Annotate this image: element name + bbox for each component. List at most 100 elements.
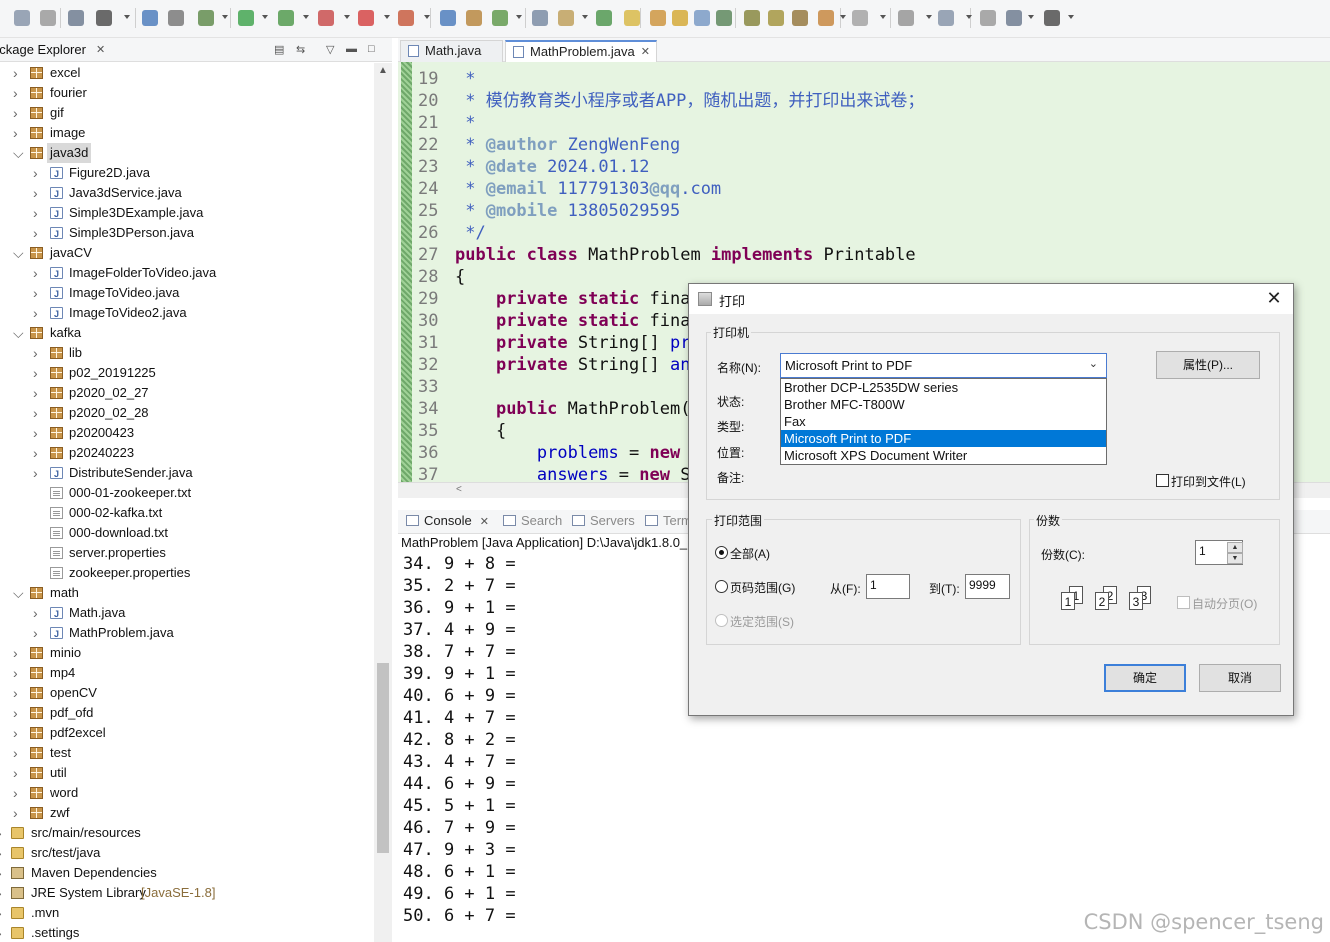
tree-item[interactable]: › Simple3DPerson.java [0,223,374,244]
chevron-right-icon[interactable]: › [0,903,7,923]
chevron-right-icon[interactable]: › [33,263,43,283]
tree-item[interactable]: › .settings [0,923,374,942]
scroll-left-icon[interactable]: < [456,484,462,495]
tree-item[interactable]: › Figure2D.java [0,163,374,184]
to-input[interactable]: 9999 [965,574,1010,599]
cancel-button[interactable]: 取消 [1199,664,1281,692]
globe-icon[interactable] [650,10,666,26]
tab-search[interactable]: Search [501,513,562,528]
dropdown-arrow-icon[interactable] [880,15,886,19]
tree-item[interactable]: › mp4 [0,663,374,683]
view-menu-icon[interactable]: ▽ [326,43,334,56]
tree-item[interactable]: › lib [0,343,374,363]
tree-item[interactable]: › .mvn [0,903,374,923]
tab-math-java[interactable]: Math.java [400,40,503,62]
tree-item[interactable]: › src/main/resources [0,823,374,843]
range-pages-radio[interactable] [715,580,728,593]
new-package-icon[interactable] [278,10,294,26]
chevron-right-icon[interactable]: › [13,123,23,143]
tree-item[interactable]: › image [0,123,374,143]
chevron-right-icon[interactable]: › [13,683,23,703]
search-icon[interactable] [398,10,414,26]
tree-scrollbar[interactable]: ▲ [374,63,392,942]
tab-mathproblem-java[interactable]: MathProblem.java ✕ [505,40,657,62]
tree-item[interactable]: › ImageToVideo.java [0,283,374,304]
from-input[interactable]: 1 [866,574,910,599]
chevron-right-icon[interactable]: › [33,623,43,643]
printer-option[interactable]: Fax [781,413,1106,430]
help-icon[interactable] [624,10,640,26]
chevron-right-icon[interactable]: › [33,383,43,403]
tree-item[interactable]: ⌵ javaCV [0,243,374,263]
package-explorer-title[interactable]: ackage Explorer [0,42,86,57]
comment-icon[interactable] [980,10,996,26]
properties-button[interactable]: 属性(P)... [1156,351,1260,379]
tree-item[interactable]: server.properties [0,543,374,563]
tree-item[interactable]: › p20240223 [0,443,374,463]
new-icon[interactable] [14,10,30,26]
tree-item[interactable]: › test [0,743,374,763]
range-all-radio[interactable] [715,546,728,559]
chevron-right-icon[interactable]: › [13,63,23,83]
tree-item[interactable]: › p2020_02_28 [0,403,374,423]
paste-icon[interactable] [532,10,548,26]
profile-icon[interactable] [198,10,214,26]
scroll-up-icon[interactable]: ▲ [378,65,388,76]
dropdown-arrow-icon[interactable] [966,15,972,19]
tree-item[interactable]: › zwf [0,803,374,823]
tree-item[interactable]: 000-02-kafka.txt [0,503,374,523]
dropdown-arrow-icon[interactable] [1028,15,1034,19]
chevron-right-icon[interactable]: › [13,803,23,823]
open-type-icon[interactable] [358,10,374,26]
dropdown-arrow-icon[interactable] [840,15,846,19]
tree-item[interactable]: ⌵ math [0,583,374,603]
chevron-right-icon[interactable]: › [33,423,43,443]
save-icon[interactable] [40,10,56,26]
chevron-right-icon[interactable]: › [33,283,43,303]
chevron-down-icon[interactable]: ⌵ [13,323,24,343]
chevron-right-icon[interactable]: › [33,443,43,463]
tree-item[interactable]: › pdf_ofd [0,703,374,723]
tree-item[interactable]: › p2020_02_27 [0,383,374,403]
chevron-right-icon[interactable]: › [13,643,23,663]
dropdown-arrow-icon[interactable] [384,15,390,19]
debug-icon[interactable] [142,10,158,26]
tree-item[interactable]: ⌵ java3d [0,143,374,163]
refresh-icon[interactable] [792,10,808,26]
dropdown-arrow-icon[interactable] [124,15,130,19]
dropdown-arrow-icon[interactable] [582,15,588,19]
tree-item[interactable]: › openCV [0,683,374,703]
tree-item[interactable]: › Java3dService.java [0,183,374,204]
new-java-icon[interactable] [96,10,112,26]
tree-item[interactable]: › gif [0,103,374,123]
format-icon[interactable] [938,10,954,26]
chevron-right-icon[interactable]: › [33,463,43,483]
dropdown-arrow-icon[interactable] [424,15,430,19]
tree-item[interactable]: › word [0,783,374,803]
run-icon[interactable] [168,10,184,26]
chevron-right-icon[interactable]: › [0,863,7,883]
spin-down-icon[interactable]: ▼ [1227,553,1243,564]
ok-button[interactable]: 确定 [1104,664,1186,692]
back-icon[interactable] [744,10,760,26]
link-editor-icon[interactable]: ⇆ [296,43,305,56]
print-to-file-checkbox[interactable] [1156,474,1169,487]
maximize-icon[interactable]: □ [368,43,375,55]
dropdown-arrow-icon[interactable] [262,15,268,19]
chevron-right-icon[interactable]: › [0,823,7,843]
tree-item[interactable]: › Simple3DExample.java [0,203,374,224]
tree-item[interactable]: › pdf2excel [0,723,374,743]
chevron-right-icon[interactable]: › [13,663,23,683]
tree-item[interactable]: › minio [0,643,374,663]
chevron-right-icon[interactable]: › [33,163,43,183]
dropdown-arrow-icon[interactable] [1068,15,1074,19]
dropdown-arrow-icon[interactable] [344,15,350,19]
chevron-right-icon[interactable]: › [0,883,7,903]
forward-icon[interactable] [768,10,784,26]
tree-item[interactable]: › fourier [0,83,374,103]
chevron-right-icon[interactable]: › [33,183,43,203]
prev-annotation-icon[interactable] [716,10,732,26]
chevron-right-icon[interactable]: › [33,203,43,223]
tree-item[interactable]: › p02_20191225 [0,363,374,383]
cut-icon[interactable] [466,10,482,26]
